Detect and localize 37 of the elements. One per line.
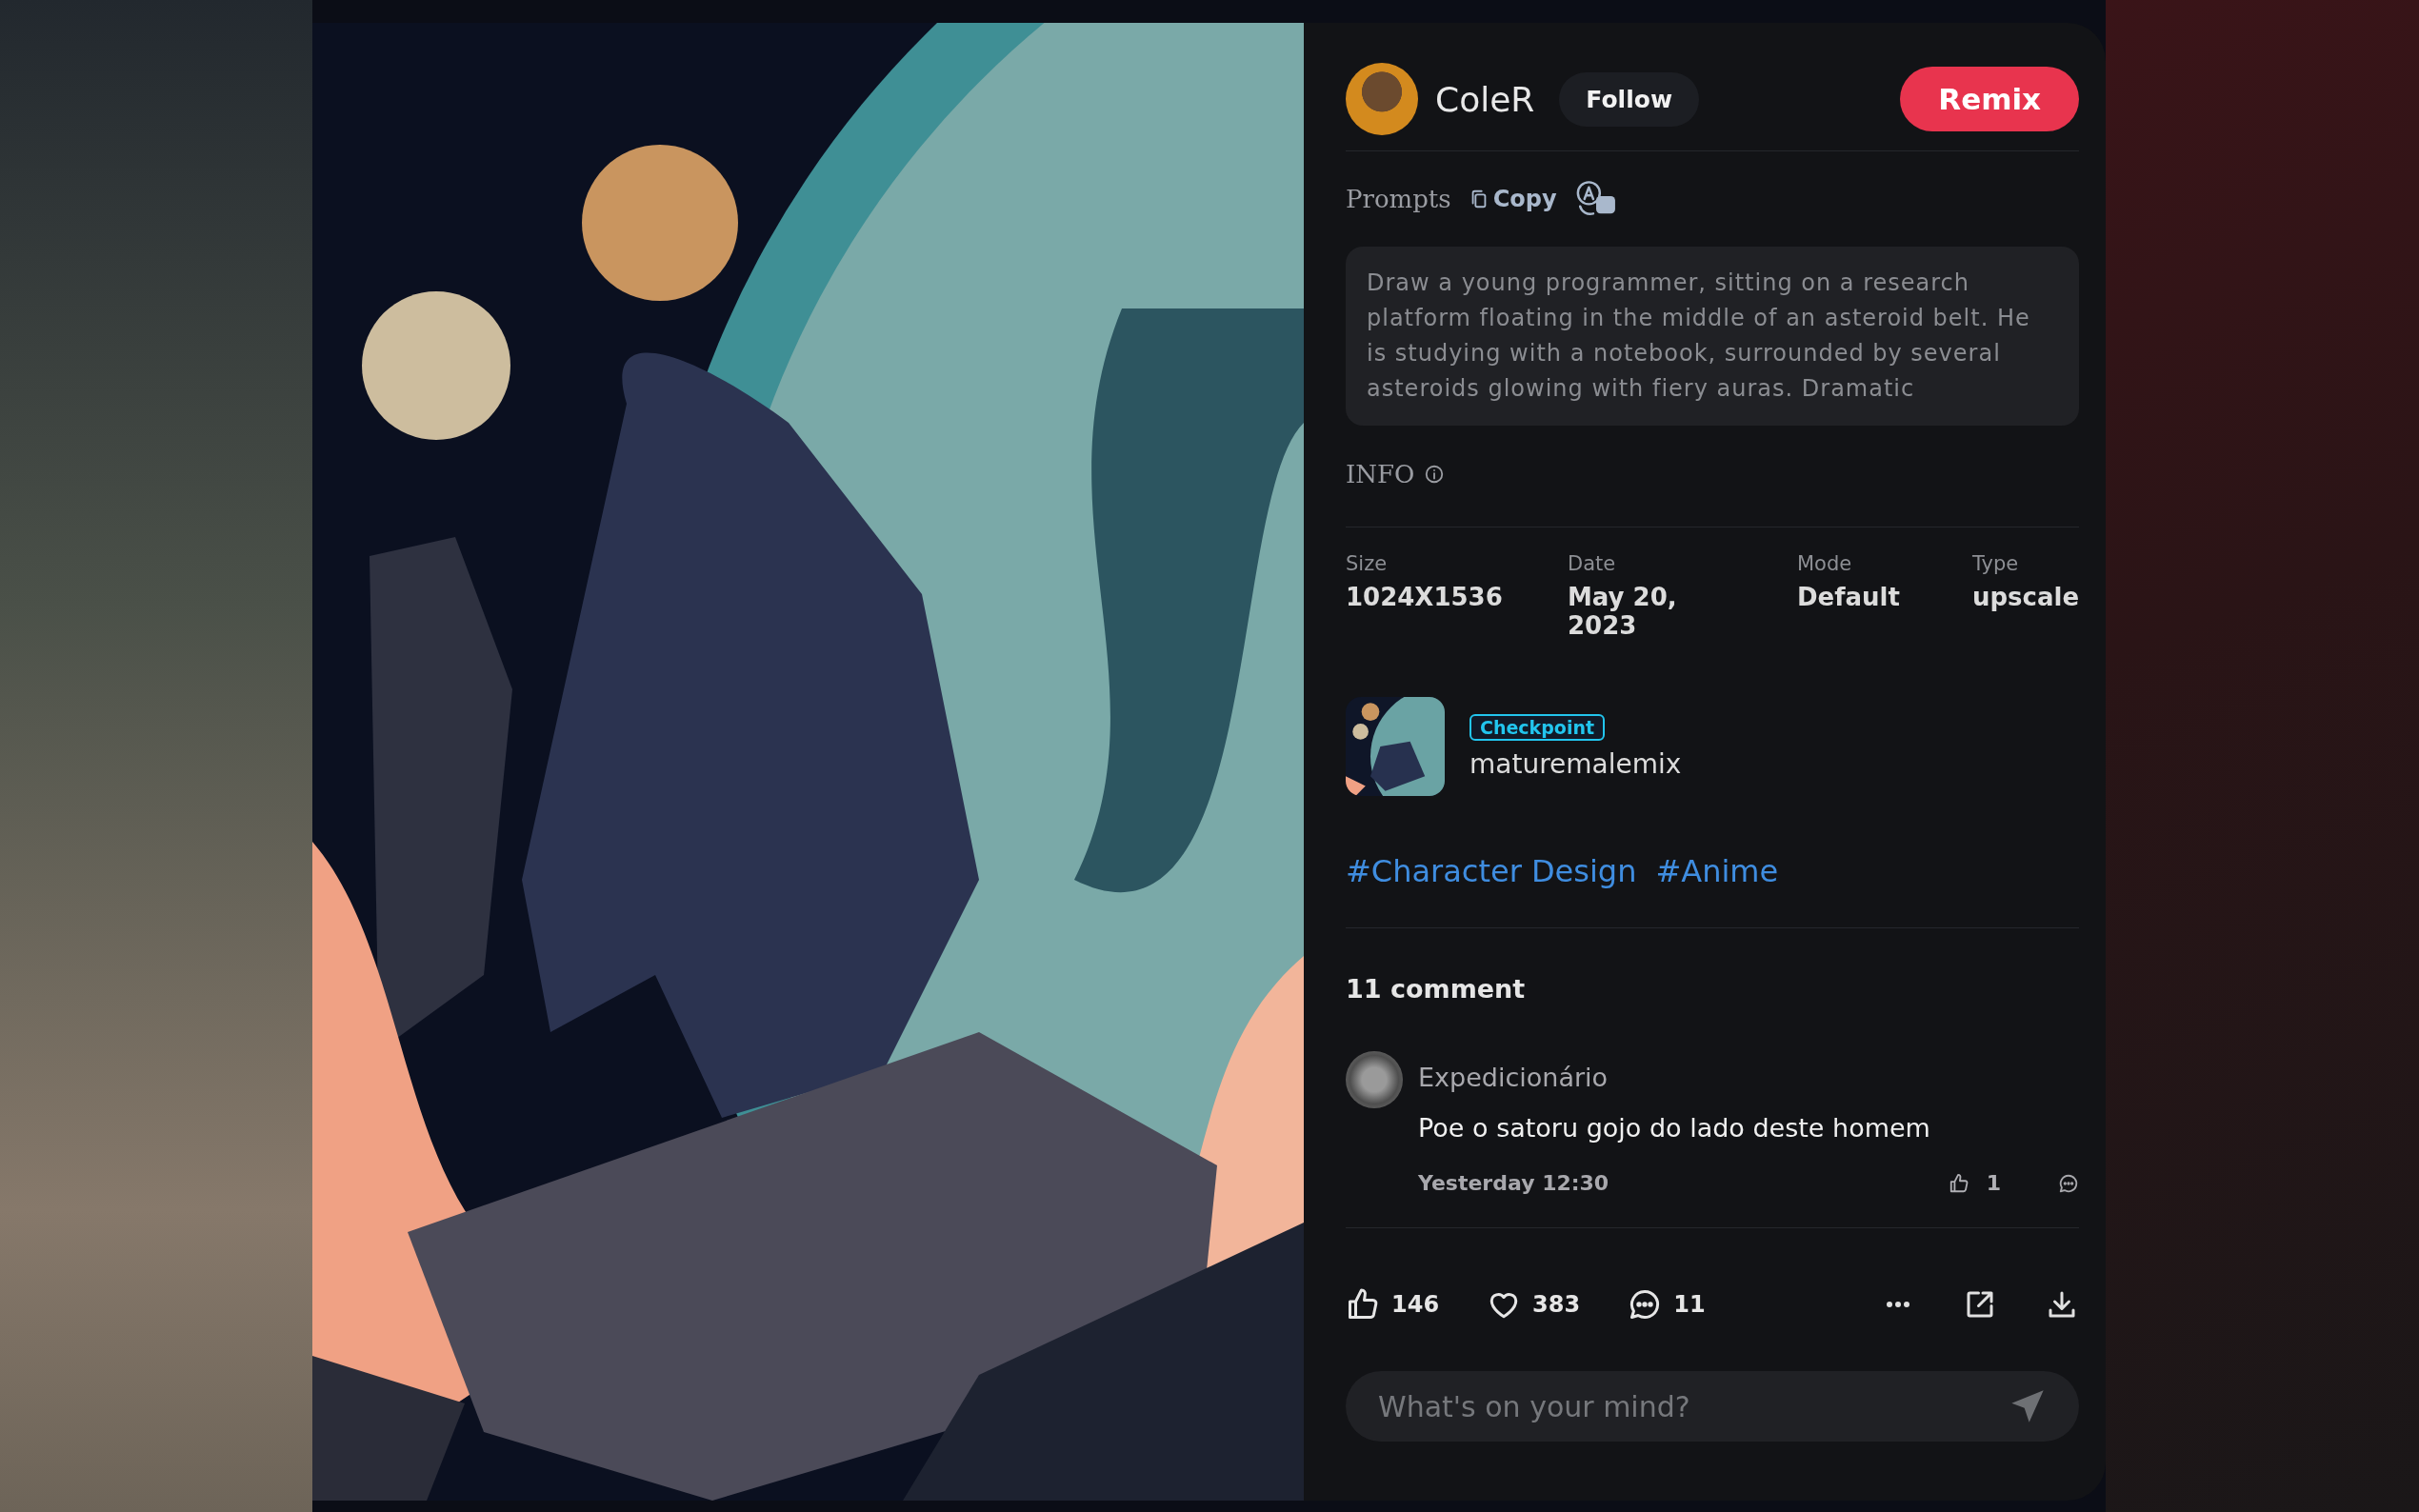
- comment-input[interactable]: What's on your mind?: [1346, 1371, 2080, 1442]
- info-value: Default: [1797, 583, 1900, 611]
- commenter-avatar[interactable]: [1346, 1051, 1403, 1108]
- info-value: upscale: [1972, 583, 2080, 611]
- info-icon[interactable]: [1424, 464, 1446, 485]
- info-value: 1024X1536: [1346, 583, 1503, 611]
- info-title: INFO: [1346, 460, 1415, 488]
- comments-button[interactable]: 11: [1628, 1287, 1706, 1322]
- info-value: May 20, 2023: [1568, 583, 1678, 640]
- like-count: 1: [1986, 1171, 2002, 1195]
- tag-link[interactable]: #Character Design: [1346, 853, 1637, 889]
- commenter-name[interactable]: Expedicionário: [1418, 1063, 1609, 1092]
- count: 383: [1532, 1291, 1581, 1318]
- copy-button[interactable]: Copy: [1468, 186, 1557, 212]
- reply-icon[interactable]: [2058, 1172, 2080, 1194]
- info-label: Type: [1972, 552, 2019, 575]
- comment-time: Yesterday 12:30: [1418, 1171, 1609, 1195]
- info-label: Mode: [1797, 552, 1852, 575]
- like-button[interactable]: 146: [1346, 1287, 1440, 1322]
- follow-button[interactable]: Follow: [1559, 71, 1699, 127]
- like-button[interactable]: 1: [1948, 1171, 2002, 1195]
- comment-text: Poe o satoru gojo do lado deste homem: [1418, 1113, 1931, 1143]
- info-label: Date: [1568, 552, 1616, 575]
- tag-link[interactable]: #Anime: [1655, 853, 1779, 889]
- thumbs-up-icon: [1346, 1287, 1380, 1322]
- comment-count: 11 comment: [1346, 974, 1527, 1004]
- username[interactable]: ColeR: [1435, 79, 1535, 119]
- remix-button[interactable]: Remix: [1900, 67, 2080, 131]
- favorite-button[interactable]: 383: [1487, 1287, 1581, 1322]
- prompts-title: Prompts: [1346, 185, 1451, 213]
- info-label: Size: [1346, 552, 1388, 575]
- count: 11: [1673, 1291, 1706, 1318]
- count: 146: [1391, 1291, 1440, 1318]
- thumbs-up-icon: [1948, 1172, 1969, 1194]
- prompt-text: Draw a young programmer, sitting on a research platform floating in the middle of an asteroid belt. He is studying with a notebook, surrounded by several asteroids glowing with fiery auras. Dramatic: [1367, 269, 2031, 404]
- model-name[interactable]: maturemalemix: [1469, 747, 1682, 780]
- model-type-badge: Checkpoint: [1469, 713, 1606, 741]
